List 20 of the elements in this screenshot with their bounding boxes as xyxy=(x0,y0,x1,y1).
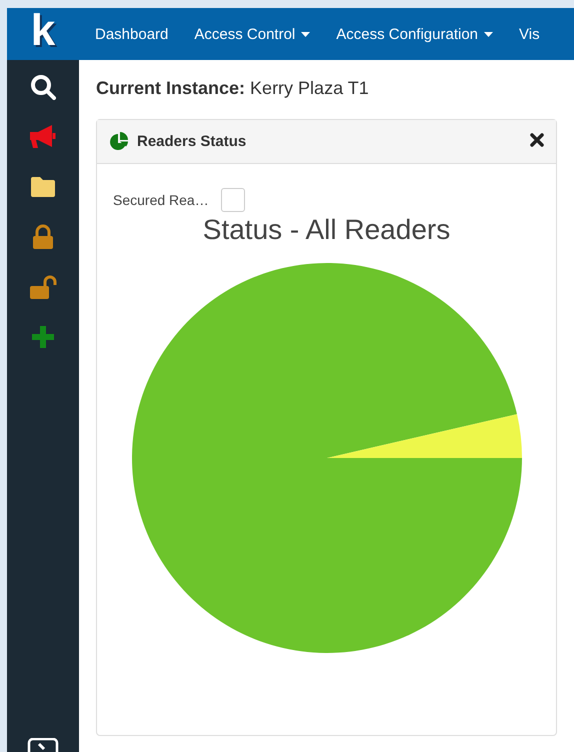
folder-icon xyxy=(29,175,57,199)
filter-label: Secured Rea… xyxy=(113,192,209,208)
current-instance: Current Instance: Kerry Plaza T1 xyxy=(96,78,370,99)
plus-icon xyxy=(31,325,55,349)
unlock-icon xyxy=(29,274,57,300)
megaphone-icon xyxy=(28,124,58,150)
panel-title: Readers Status xyxy=(137,133,248,150)
caret-icon xyxy=(301,32,310,36)
chart-title: Status - All Readers xyxy=(202,214,450,246)
logo[interactable]: k xyxy=(7,8,79,60)
pie-chart-icon xyxy=(109,132,129,152)
lock-icon xyxy=(32,224,54,250)
expand-icon[interactable] xyxy=(27,738,59,752)
nav-link[interactable]: Dashboard xyxy=(89,26,184,42)
checkbox[interactable] xyxy=(220,188,245,212)
caret-icon xyxy=(484,32,494,36)
nav-link[interactable]: Access Configuration xyxy=(330,26,510,42)
search-icon xyxy=(30,74,56,100)
nav-link[interactable]: Vis xyxy=(513,26,556,42)
nav-link[interactable]: Access Control xyxy=(188,26,326,42)
